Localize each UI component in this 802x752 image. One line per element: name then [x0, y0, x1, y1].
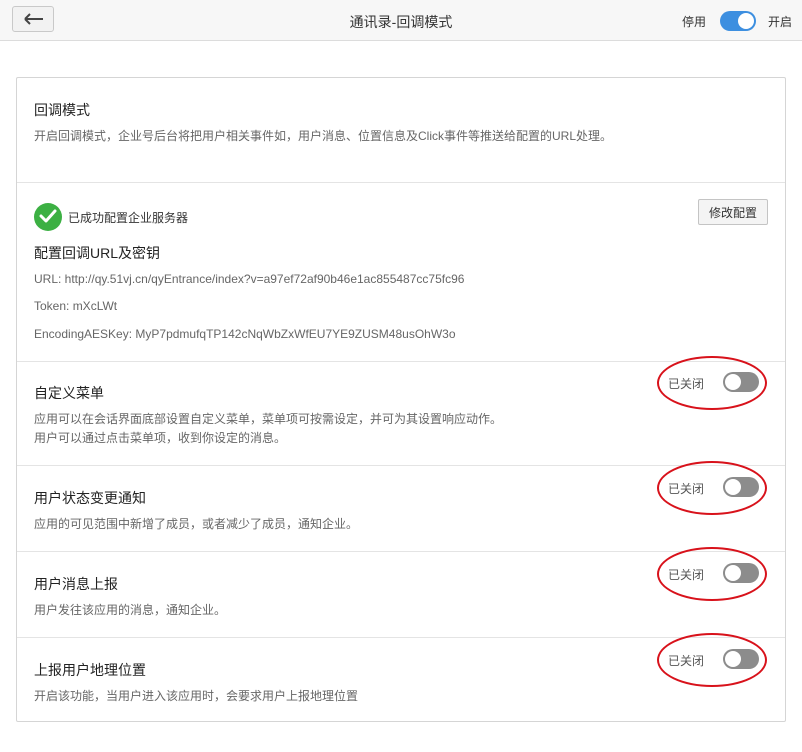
token: Token: mXcLWt [34, 299, 118, 313]
toggle-state-label: 已关闭 [668, 568, 705, 582]
user-status-notify-switch[interactable] [723, 477, 759, 497]
check-circle-icon [34, 203, 62, 231]
switch-knob [725, 651, 741, 667]
success-message: 已成功配置企业服务器 [68, 211, 189, 225]
server-config-section: 已成功配置企业服务器 修改配置 配置回调URL及密钥 URL: http://q… [17, 182, 785, 361]
user-message-report-switch[interactable] [723, 563, 759, 583]
setting-row: 用户状态变更通知 应用的可见范围中新增了成员，或者减少了成员，通知企业。 已关闭 [17, 461, 785, 551]
setting-description-line: 应用的可见范围中新增了成员，或者减少了成员，通知企业。 [34, 517, 359, 531]
setting-description-line: 用户可以通过点击菜单项，收到你设定的消息。 [34, 431, 287, 445]
switch-knob [738, 13, 754, 29]
toggle-state-label: 已关闭 [668, 654, 705, 668]
setting-row: 自定义菜单 应用可以在会话界面底部设置自定义菜单，菜单项可按需设定，并可为其设置… [17, 356, 785, 465]
settings-card: 回调模式 开启回调模式，企业号后台将把用户相关事件如，用户消息、位置信息及Cli… [16, 77, 786, 722]
setting-title: 上报用户地理位置 [34, 662, 146, 678]
encoding-aes-key: EncodingAESKey: MyP7pdmufqTP142cNqWbZxWf… [34, 327, 456, 341]
setting-toggle: 已关闭 [657, 461, 767, 515]
setting-row: 用户消息上报 用户发往该应用的消息，通知企业。 已关闭 [17, 547, 785, 637]
mode-toggle-group: 停用 开启 [672, 11, 792, 31]
setting-toggle: 已关闭 [657, 633, 767, 687]
setting-toggle: 已关闭 [657, 356, 767, 410]
setting-title: 自定义菜单 [34, 385, 104, 401]
callback-url: URL: http://qy.51vj.cn/qyEntrance/index?… [34, 272, 465, 286]
toggle-off-label: 停用 [681, 15, 706, 29]
edit-config-button[interactable]: 修改配置 [698, 199, 768, 225]
toggle-state-label: 已关闭 [668, 482, 705, 496]
toggle-state-label: 已关闭 [668, 377, 705, 391]
callback-mode-switch[interactable] [720, 11, 756, 31]
switch-knob [725, 479, 741, 495]
switch-knob [725, 565, 741, 581]
setting-description-line: 用户发往该应用的消息，通知企业。 [34, 603, 227, 617]
location-report-switch[interactable] [723, 649, 759, 669]
custom-menu-switch[interactable] [723, 372, 759, 392]
section-heading: 回调模式 [34, 102, 90, 118]
intro-section: 回调模式 开启回调模式，企业号后台将把用户相关事件如，用户消息、位置信息及Cli… [17, 78, 785, 182]
section-description: 开启回调模式，企业号后台将把用户相关事件如，用户消息、位置信息及Click事件等… [34, 129, 613, 143]
top-bar: 通讯录-回调模式 停用 开启 [0, 0, 802, 41]
setting-row: 上报用户地理位置 开启该功能，当用户进入该应用时，会要求用户上报地理位置 已关闭 [17, 633, 785, 723]
setting-description-line: 应用可以在会话界面底部设置自定义菜单，菜单项可按需设定，并可为其设置响应动作。 [34, 412, 503, 426]
config-title: 配置回调URL及密钥 [34, 245, 161, 261]
setting-title: 用户状态变更通知 [34, 490, 146, 506]
setting-toggle: 已关闭 [657, 547, 767, 601]
setting-title: 用户消息上报 [34, 576, 118, 592]
switch-knob [725, 374, 741, 390]
setting-description-line: 开启该功能，当用户进入该应用时，会要求用户上报地理位置 [34, 689, 359, 703]
toggle-on-label: 开启 [767, 15, 792, 29]
